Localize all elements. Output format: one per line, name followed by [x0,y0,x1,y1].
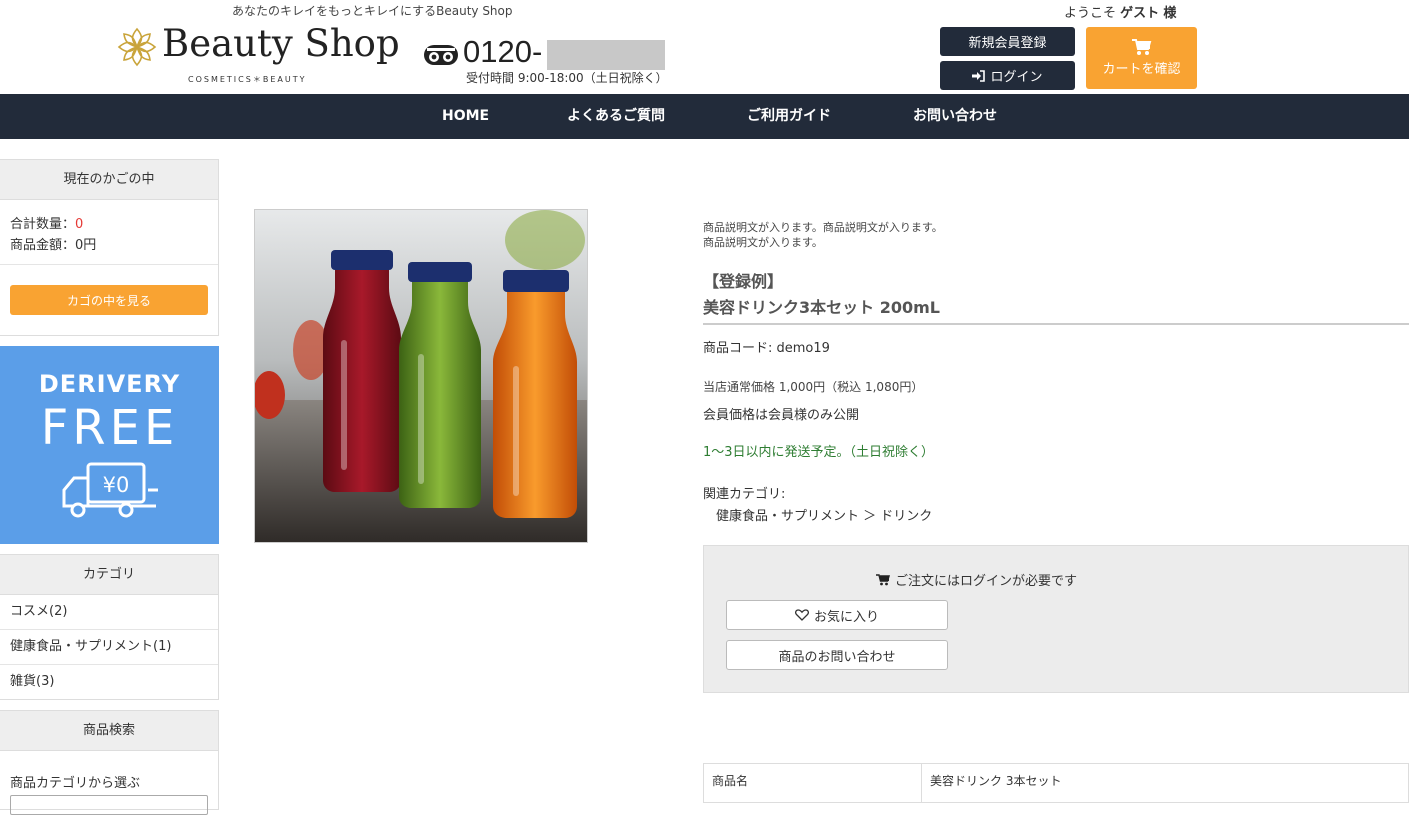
nav-guide[interactable]: ご利用ガイド [747,94,831,139]
inquiry-label: 商品のお問い合わせ [778,649,896,665]
banner-line1: DERIVERY [38,370,181,398]
cart-icon [876,573,890,585]
login-label: ログイン [990,70,1043,85]
login-required-message: ご注文にはログインが必要です [876,570,1077,589]
product-price: 当店通常価格 1,000円（税込 1,080円） [703,380,924,394]
shipping-note: 1〜3日以内に発送予定。（土日祝除く） [703,445,935,460]
drink-bottles-photo [255,210,587,542]
spec-value-name: 美容ドリンク 3本セット [930,774,1062,788]
register-button[interactable]: 新規会員登録 [940,27,1075,56]
category-box: カテゴリ コスメ(2) 健康食品・サプリメント(1) 雑貨(3) [0,554,219,700]
product-description-line2: 商品説明文が入ります。 [703,236,823,249]
category-item-health[interactable]: 健康食品・サプリメント(1) [0,630,218,665]
cart-qty: 合計数量：0 [10,213,83,232]
favorite-label: お気に入り [813,609,879,625]
register-label: 新規会員登録 [968,36,1047,51]
delivery-truck-icon: ¥0 [62,462,158,518]
category-item-goods[interactable]: 雑貨(3) [0,665,218,700]
welcome-user: ゲスト [1120,6,1160,21]
logo-text: Beauty Shop [162,22,400,65]
logo-subtext: COSMETICS＊BEAUTY [188,75,307,84]
welcome-suffix: 様 [1163,6,1177,21]
product-description: 商品説明文が入ります。商品説明文が入ります。 商品説明文が入ります。 [703,220,943,250]
heart-icon [794,609,809,621]
login-required-text: ご注文にはログインが必要です [895,574,1078,589]
main-nav: HOME よくあるご質問 ご利用ガイド お問い合わせ [0,94,1409,139]
product-code: 商品コード: demo19 [703,341,830,356]
order-box: ご注文にはログインが必要です お気に入り 商品のお問い合わせ [703,545,1409,693]
product-name: 美容ドリンク3本セット 200mL [703,298,940,317]
view-basket-button[interactable]: カゴの中を見る [10,285,208,315]
product-register-example: 【登録例】 [703,272,784,291]
phone-number-redaction [547,40,665,70]
product-image[interactable] [254,209,588,543]
related-category-label: 関連カテゴリ: [703,487,786,502]
cart-qty-label: 合計数量： [10,217,76,232]
flower-logo-icon [117,27,157,67]
banner-line2: FREE [40,400,179,456]
nav-faq[interactable]: よくあるご質問 [567,94,665,139]
member-price-note: 会員価格は会員様のみ公開 [703,408,860,423]
cart-summary-title: 現在のかごの中 [0,160,218,200]
site-logo[interactable]: Beauty Shop COSMETICS＊BEAUTY [116,22,406,88]
cart-amount-label: 商品金額： [10,238,76,253]
search-category-select[interactable] [10,795,208,815]
site-header: あなたのキレイをもっとキレイにするBeauty Shop Beauty Shop… [0,0,1409,94]
phone-hours: 受付時間 9:00-18:00（土日祝除く） [466,71,668,85]
login-button[interactable]: ログイン [940,61,1075,90]
spec-header-name: 商品名 [704,764,922,802]
product-inquiry-button[interactable]: 商品のお問い合わせ [726,640,948,670]
sign-in-icon [972,69,986,82]
free-delivery-banner[interactable]: DERIVERY FREE ¥0 [0,346,219,544]
cart-qty-value: 0 [75,217,84,232]
product-description-line1: 商品説明文が入ります。商品説明文が入ります。 [703,221,943,234]
header-tagline: あなたのキレイをもっとキレイにするBeauty Shop [232,4,513,18]
phone-number: 0120- [463,34,543,69]
free-dial-icon [424,45,458,65]
add-favorite-button[interactable]: お気に入り [726,600,948,630]
cart-amount: 商品金額：0円 [10,234,96,253]
nav-home[interactable]: HOME [442,94,489,139]
search-category-label: 商品カテゴリから選ぶ [10,776,141,791]
welcome-message: ようこそ ゲスト 様 [1064,2,1176,21]
product-spec-table: 商品名 美容ドリンク 3本セット [703,763,1409,803]
related-category-link[interactable]: 健康食品・サプリメント ＞ ドリンク [716,505,932,524]
cart-label: カートを確認 [1102,62,1181,77]
product-title-divider [703,323,1409,325]
category-title: カテゴリ [0,555,218,595]
welcome-prefix: ようこそ [1064,6,1117,21]
cart-amount-value: 0円 [75,238,97,253]
cart-icon [1131,39,1151,55]
cart-summary-box: 現在のかごの中 合計数量：0 商品金額：0円 カゴの中を見る [0,159,219,336]
nav-contact[interactable]: お問い合わせ [913,94,997,139]
product-search-box: 商品検索 商品カテゴリから選ぶ [0,710,219,815]
truck-price-text: ¥0 [103,473,130,497]
cart-divider [0,264,218,265]
category-item-cosme[interactable]: コスメ(2) [0,595,218,630]
view-cart-button[interactable]: カートを確認 [1086,27,1197,89]
product-search-title: 商品検索 [0,711,218,751]
